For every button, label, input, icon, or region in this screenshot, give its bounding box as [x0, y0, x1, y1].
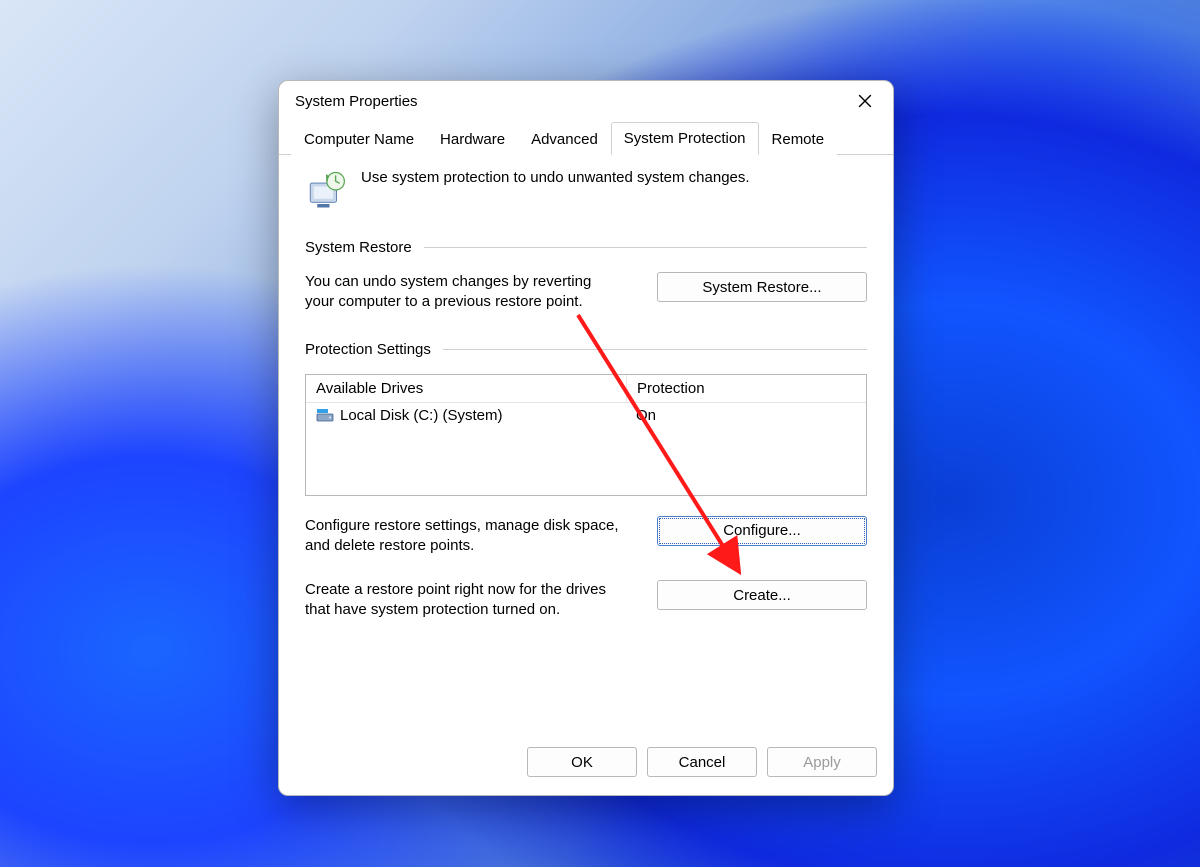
tab-advanced[interactable]: Advanced [518, 123, 611, 155]
dialog-footer: OK Cancel Apply [279, 735, 893, 795]
hard-drive-icon [316, 408, 334, 422]
intro-text: Use system protection to undo unwanted s… [361, 169, 750, 186]
tab-hardware[interactable]: Hardware [427, 123, 518, 155]
restore-row: You can undo system changes by reverting… [305, 272, 867, 313]
drive-name-cell: Local Disk (C:) (System) [306, 403, 626, 428]
configure-button[interactable]: Configure... [657, 516, 867, 546]
create-button[interactable]: Create... [657, 580, 867, 610]
drive-name: Local Disk (C:) (System) [340, 407, 503, 424]
configure-row: Configure restore settings, manage disk … [305, 516, 867, 557]
window-title: System Properties [295, 93, 418, 110]
drive-protection: On [626, 403, 866, 428]
system-properties-dialog: System Properties Computer Name Hardware… [278, 80, 894, 796]
col-header-protection: Protection [627, 375, 866, 402]
desktop-background: System Properties Computer Name Hardware… [0, 0, 1200, 867]
tab-system-protection[interactable]: System Protection [611, 122, 759, 155]
system-restore-button[interactable]: System Restore... [657, 272, 867, 302]
tab-remote[interactable]: Remote [759, 123, 838, 155]
system-restore-icon [305, 169, 347, 211]
titlebar: System Properties [279, 81, 893, 121]
restore-desc: You can undo system changes by reverting… [305, 272, 605, 313]
section-title-protection: Protection Settings [305, 341, 431, 358]
drive-row[interactable]: Local Disk (C:) (System) On [306, 403, 866, 428]
section-protection-settings: Protection Settings [305, 341, 867, 358]
create-row: Create a restore point right now for the… [305, 580, 867, 621]
tab-computer-name[interactable]: Computer Name [291, 123, 427, 155]
section-system-restore: System Restore [305, 239, 867, 256]
apply-button[interactable]: Apply [767, 747, 877, 777]
cancel-button[interactable]: Cancel [647, 747, 757, 777]
close-button[interactable] [843, 86, 887, 116]
divider [424, 247, 867, 248]
col-header-drives: Available Drives [306, 375, 627, 402]
section-title-restore: System Restore [305, 239, 412, 256]
intro-row: Use system protection to undo unwanted s… [305, 169, 867, 211]
close-icon [858, 94, 872, 108]
tab-strip: Computer Name Hardware Advanced System P… [279, 121, 893, 155]
configure-desc: Configure restore settings, manage disk … [305, 516, 625, 557]
tab-content: Use system protection to undo unwanted s… [279, 155, 893, 735]
ok-button[interactable]: OK [527, 747, 637, 777]
create-desc: Create a restore point right now for the… [305, 580, 625, 621]
divider [443, 349, 867, 350]
drives-header: Available Drives Protection [306, 375, 866, 403]
drives-list[interactable]: Available Drives Protection Local Disk (… [305, 374, 867, 496]
